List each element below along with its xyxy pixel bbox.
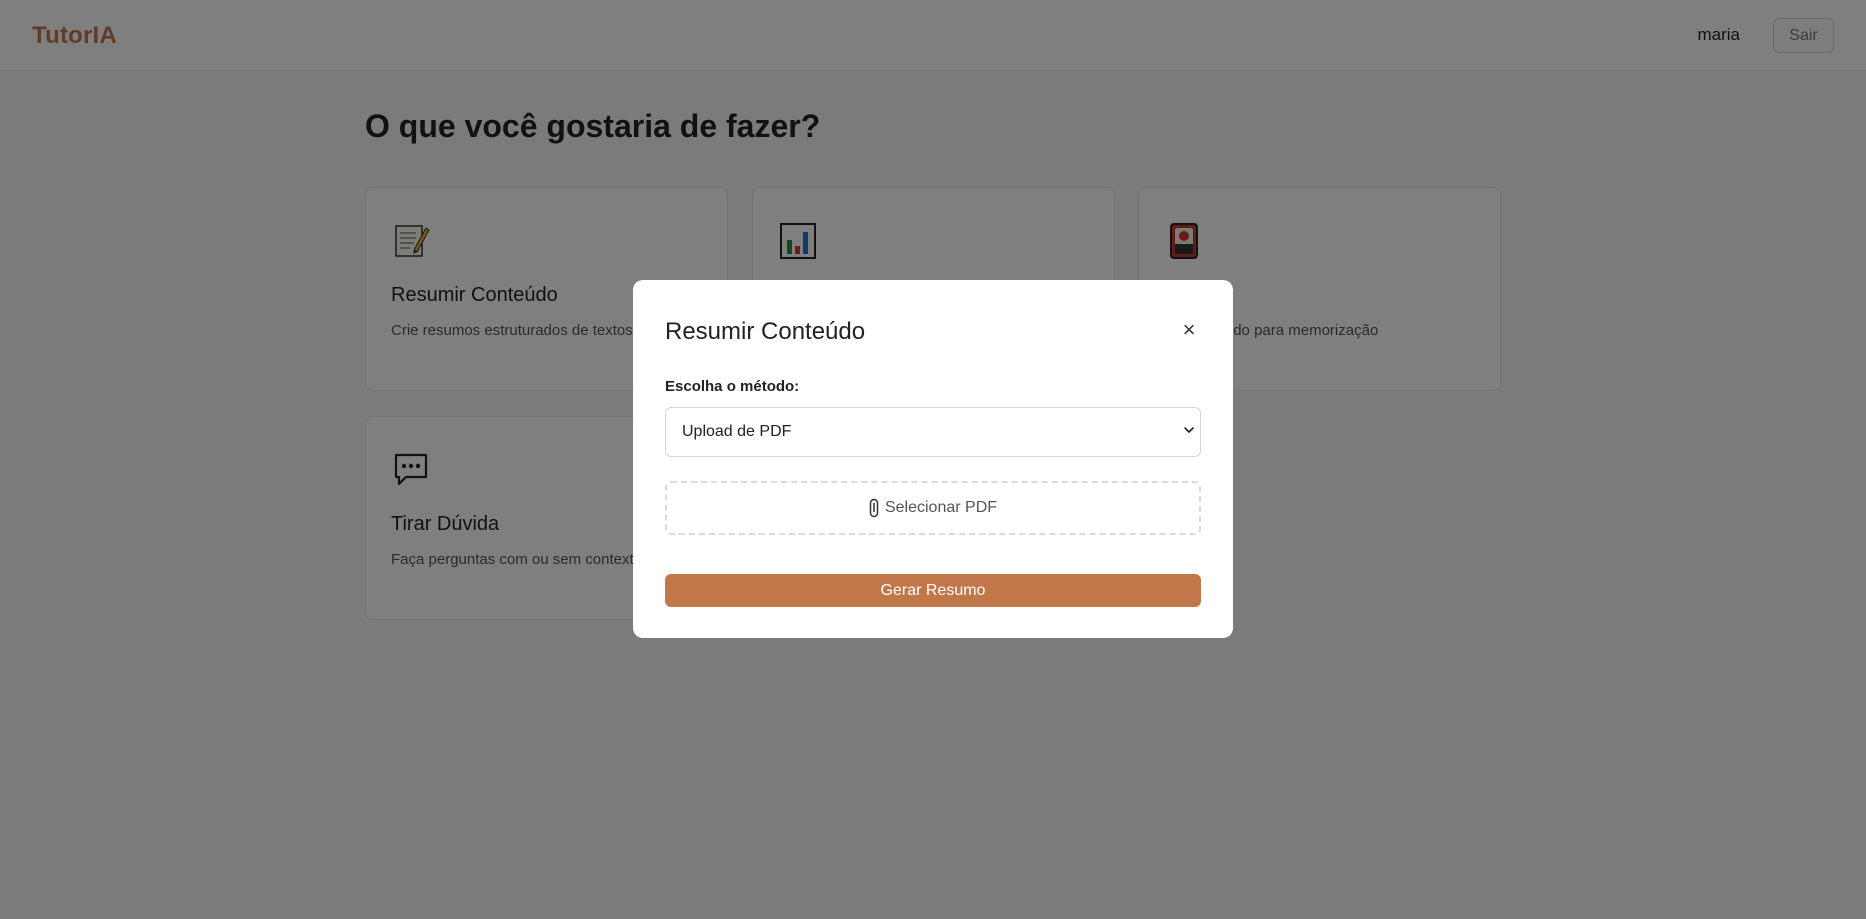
select-pdf-label: Selecionar PDF bbox=[884, 499, 998, 516]
modal-title: Resumir Conteúdo bbox=[665, 318, 866, 345]
close-icon[interactable]: × bbox=[1177, 318, 1201, 342]
method-label: Escolha o método: bbox=[665, 378, 800, 395]
method-select[interactable]: Upload de PDF bbox=[665, 407, 1201, 457]
paperclip-icon bbox=[869, 498, 879, 518]
chevron-down-icon bbox=[1184, 427, 1194, 433]
method-select-value: Upload de PDF bbox=[682, 423, 792, 440]
summary-modal: Resumir Conteúdo × Escolha o método: Upl… bbox=[633, 280, 1233, 638]
generate-summary-button[interactable]: Gerar Resumo bbox=[665, 574, 1201, 607]
select-pdf-button[interactable]: Selecionar PDF bbox=[665, 481, 1201, 535]
